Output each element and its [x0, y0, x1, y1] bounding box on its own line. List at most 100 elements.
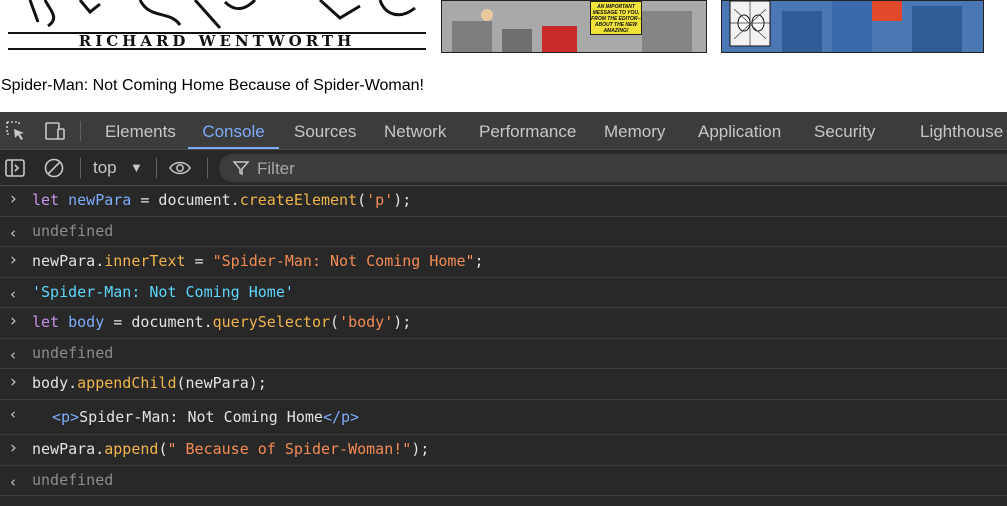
- context-selector[interactable]: top: [93, 150, 117, 186]
- code-token: querySelector: [212, 313, 331, 331]
- eye-icon[interactable]: [169, 157, 191, 179]
- toolbar-separator: [156, 158, 157, 178]
- output-result-icon: ‹: [10, 346, 16, 364]
- comic-caption: RICHARD WENTWORTH: [8, 32, 426, 50]
- devtools-tabbar: Elements Console Sources Network Perform…: [0, 112, 1007, 150]
- code-token: " Because of Spider-Woman!": [167, 440, 412, 458]
- console-code: undefined: [32, 222, 113, 240]
- output-result-icon: ‹: [10, 405, 16, 423]
- devtools-panel: Elements Console Sources Network Perform…: [0, 112, 1007, 506]
- comic-image-city: AN IMPORTANT MESSAGE TO YOU, FROM THE ED…: [441, 0, 707, 53]
- console-input-row: › newPara.append(" Because of Spider-Woma…: [0, 435, 1007, 466]
- console-toolbar: top ▼ Filter: [0, 150, 1007, 186]
- tab-console[interactable]: Console: [188, 112, 279, 149]
- inspect-element-icon[interactable]: [5, 120, 27, 142]
- code-token: = document.: [131, 191, 240, 209]
- tab-separator: [80, 121, 81, 141]
- tab-security[interactable]: Security: [814, 112, 875, 149]
- code-token: );: [411, 440, 430, 458]
- filter-icon: [232, 161, 250, 176]
- console-code: let body = document.querySelector('body'…: [32, 313, 411, 331]
- filter-placeholder: Filter: [257, 159, 295, 178]
- input-prompt-icon: ›: [10, 311, 17, 331]
- code-token: let: [32, 191, 60, 209]
- console-output-row: ‹ <p>Spider-Man: Not Coming Home</p>: [0, 400, 1007, 435]
- console-code: newPara.innerText = "Spider-Man: Not Com…: [32, 252, 484, 270]
- input-prompt-icon: ›: [10, 250, 17, 270]
- console-output-row: ‹ undefined: [0, 466, 1007, 496]
- code-token: undefined: [32, 222, 114, 240]
- code-token: 'p': [366, 191, 394, 209]
- toolbar-separator: [207, 158, 208, 178]
- filter-input[interactable]: Filter: [219, 154, 1007, 182]
- clear-console-icon[interactable]: [43, 157, 65, 179]
- console-code: body.appendChild(newPara);: [32, 374, 267, 392]
- tab-application[interactable]: Application: [698, 112, 781, 149]
- input-prompt-icon: ›: [10, 372, 17, 392]
- tab-elements[interactable]: Elements: [105, 112, 176, 149]
- tab-lighthouse[interactable]: Lighthouse: [920, 112, 1003, 149]
- code-token: appendChild: [77, 374, 177, 392]
- tab-performance[interactable]: Performance: [479, 112, 576, 149]
- console-code: let newPara = document.createElement('p'…: [32, 191, 411, 209]
- code-token: newPara: [68, 191, 132, 209]
- console-code: newPara.append(" Because of Spider-Woman…: [32, 440, 429, 458]
- output-result-icon: ‹: [10, 473, 16, 491]
- page-paragraph: Spider-Man: Not Coming Home Because of S…: [1, 77, 424, 94]
- code-token: append: [104, 440, 159, 458]
- code-token: "Spider-Man: Not Coming Home": [212, 252, 475, 270]
- web-page: RICHARD WENTWORTH AN IMPORTANT MESSAGE T…: [0, 0, 1007, 112]
- console-output-row: ‹ undefined: [0, 217, 1007, 247]
- sidebar-toggle-icon[interactable]: [4, 157, 26, 179]
- code-token: =: [185, 252, 213, 270]
- code-token: );: [393, 313, 412, 331]
- comic-image-wentworth: RICHARD WENTWORTH: [0, 0, 428, 53]
- console-code: 'Spider-Man: Not Coming Home': [32, 283, 294, 301]
- console-code: undefined: [32, 344, 113, 362]
- input-prompt-icon: ›: [10, 189, 17, 209]
- code-token: (: [330, 313, 340, 331]
- code-token: undefined: [32, 471, 114, 489]
- comic-sketch-art: [28, 0, 416, 29]
- code-token: newPara.: [32, 252, 105, 270]
- comic-city-art: [442, 1, 706, 52]
- console-input-row: › body.appendChild(newPara);: [0, 369, 1007, 400]
- tab-sources[interactable]: Sources: [294, 112, 356, 149]
- comic-message-box: AN IMPORTANT MESSAGE TO YOU, FROM THE ED…: [590, 1, 642, 35]
- console-code: undefined: [32, 471, 113, 489]
- code-token: </p>: [322, 408, 360, 426]
- code-token: body.: [32, 374, 78, 392]
- console-input-row: › let newPara = document.createElement('p…: [0, 186, 1007, 217]
- code-token: 'Spider-Man: Not Coming Home': [32, 283, 294, 301]
- tab-memory[interactable]: Memory: [604, 112, 665, 149]
- code-token: innerText: [104, 252, 186, 270]
- console-output-row: ‹ undefined: [0, 339, 1007, 369]
- output-result-icon: ‹: [10, 285, 16, 303]
- output-result-icon: ‹: [10, 224, 16, 242]
- device-toolbar-icon[interactable]: [44, 120, 66, 142]
- code-token: newPara.: [32, 440, 105, 458]
- console-input-row: › newPara.innerText = "Spider-Man: Not Co…: [0, 247, 1007, 278]
- toolbar-separator: [80, 158, 81, 178]
- comic-spiderman-art: [722, 1, 983, 52]
- console-input-row: › let body = document.querySelector('body…: [0, 308, 1007, 339]
- code-token: let: [32, 313, 60, 331]
- code-token: = document.: [104, 313, 213, 331]
- chevron-down-icon[interactable]: ▼: [130, 150, 143, 186]
- tab-network[interactable]: Network: [384, 112, 446, 149]
- code-token: <p>: [52, 408, 80, 426]
- input-prompt-icon: ›: [10, 438, 17, 458]
- comic-image-spiderman: [721, 0, 984, 53]
- code-token: createElement: [239, 191, 358, 209]
- console-output-row: ‹ 'Spider-Man: Not Coming Home': [0, 278, 1007, 308]
- code-token: body: [68, 313, 105, 331]
- code-token: (: [357, 191, 367, 209]
- code-token: undefined: [32, 344, 114, 362]
- code-token: ;: [474, 252, 484, 270]
- code-token: (newPara);: [176, 374, 267, 392]
- console-log: › let newPara = document.createElement('p…: [0, 186, 1007, 496]
- code-token: 'body': [339, 313, 394, 331]
- console-code: <p>Spider-Man: Not Coming Home</p>: [52, 408, 359, 426]
